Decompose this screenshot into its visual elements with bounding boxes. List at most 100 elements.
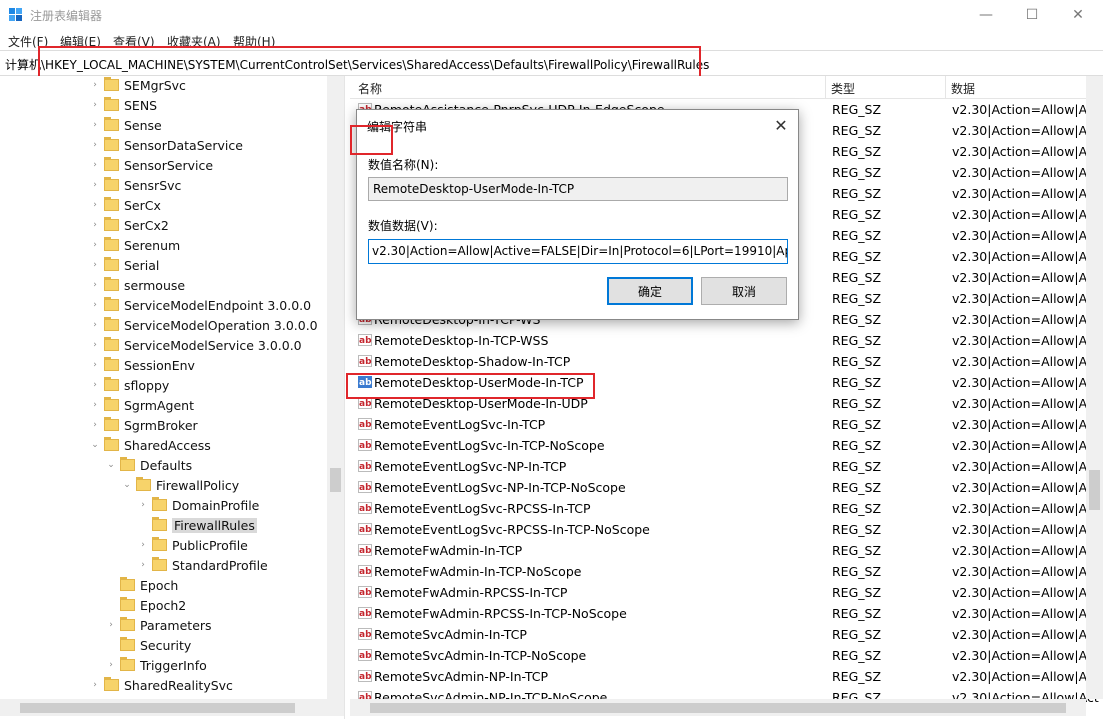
chevron-right-icon[interactable]	[106, 640, 116, 650]
list-row[interactable]: ab RemoteEventLogSvc-In-TCP REG_SZ v2.30|Ac…	[355, 414, 1099, 435]
list-row[interactable]: ab RemoteDesktop-In-TCP-WSS REG_SZ v2.30|Ac…	[355, 330, 1099, 351]
chevron-right-icon[interactable]: ›	[90, 260, 100, 270]
tree-item-defaults[interactable]: ⌄ Defaults	[106, 455, 192, 475]
tree-item-semgrsvc[interactable]: › SEMgrSvc	[90, 76, 186, 95]
dialog-close-icon[interactable]: ✕	[769, 113, 793, 137]
chevron-down-icon[interactable]: ⌄	[90, 440, 100, 450]
tree-item-sercx[interactable]: › SerCx	[90, 195, 161, 215]
tree-item-sercx2[interactable]: › SerCx2	[90, 215, 169, 235]
tree-item-sfloppy[interactable]: › sfloppy	[90, 375, 169, 395]
tree-item-domainprofile[interactable]: › DomainProfile	[138, 495, 259, 515]
string-value-icon: ab	[358, 670, 372, 682]
tree-item-sermouse[interactable]: › sermouse	[90, 275, 185, 295]
key-tree[interactable]: › SEMgrSvc › SENS › Sense › SensorDataService › S…	[0, 76, 344, 719]
value-data-cell: v2.30|Action=Allow|Act	[952, 669, 1099, 684]
list-row[interactable]: ab RemoteEventLogSvc-RPCSS-In-TCP REG_SZ v2…	[355, 498, 1099, 519]
chevron-right-icon[interactable]: ›	[90, 240, 100, 250]
chevron-right-icon[interactable]: ›	[138, 560, 148, 570]
tree-item-servicemodeloperation-3-0-0-0[interactable]: › ServiceModelOperation 3.0.0.0	[90, 315, 318, 335]
tree-item-sessionenv[interactable]: › SessionEnv	[90, 355, 195, 375]
tree-item-servicemodelendpoint-3-0-0-0[interactable]: › ServiceModelEndpoint 3.0.0.0	[90, 295, 311, 315]
tree-item-sens[interactable]: › SENS	[90, 95, 157, 115]
chevron-right-icon[interactable]: ›	[90, 160, 100, 170]
tree-item-sgrmagent[interactable]: › SgrmAgent	[90, 395, 194, 415]
list-row[interactable]: ab RemoteEventLogSvc-In-TCP-NoScope REG_SZ…	[355, 435, 1099, 456]
chevron-right-icon[interactable]: ›	[90, 300, 100, 310]
chevron-right-icon[interactable]	[106, 580, 116, 590]
list-row[interactable]: ab RemoteSvcAdmin-In-TCP REG_SZ v2.30|Actio…	[355, 624, 1099, 645]
chevron-right-icon[interactable]: ›	[106, 620, 116, 630]
tree-item-epoch2[interactable]: Epoch2	[106, 595, 186, 615]
column-type[interactable]: 类型	[831, 80, 855, 97]
tree-item-epoch[interactable]: Epoch	[106, 575, 178, 595]
folder-icon	[120, 617, 135, 631]
tree-item-sense[interactable]: › Sense	[90, 115, 162, 135]
tree-item-sensrsvc[interactable]: › SensrSvc	[90, 175, 181, 195]
list-vertical-scrollbar[interactable]	[1086, 76, 1103, 699]
tree-item-sensordataservice[interactable]: › SensorDataService	[90, 135, 243, 155]
chevron-right-icon[interactable]: ›	[90, 680, 100, 690]
tree-item-publicprofile[interactable]: › PublicProfile	[138, 535, 248, 555]
chevron-right-icon[interactable]: ›	[90, 80, 100, 90]
list-row[interactable]: ab RemoteEventLogSvc-NP-In-TCP-NoScope REG…	[355, 477, 1099, 498]
tree-item-firewallpolicy[interactable]: ⌄ FirewallPolicy	[122, 475, 239, 495]
list-scroll-thumb[interactable]	[1089, 470, 1100, 510]
column-divider[interactable]	[825, 76, 826, 98]
value-data-input[interactable]: v2.30|Action=Allow|Active=FALSE|Dir=In|P…	[368, 239, 788, 264]
maximize-button[interactable]: ☐	[1009, 0, 1055, 30]
column-divider[interactable]	[945, 76, 946, 98]
chevron-right-icon[interactable]: ›	[90, 120, 100, 130]
chevron-right-icon[interactable]: ›	[90, 140, 100, 150]
chevron-right-icon[interactable]: ›	[90, 340, 100, 350]
chevron-right-icon[interactable]: ›	[90, 220, 100, 230]
tree-item-standardprofile[interactable]: › StandardProfile	[138, 555, 268, 575]
chevron-right-icon[interactable]: ›	[138, 540, 148, 550]
minimize-button[interactable]: —	[963, 0, 1009, 30]
ok-button[interactable]: 确定	[607, 277, 693, 305]
list-row[interactable]: ab RemoteSvcAdmin-In-TCP-NoScope REG_SZ v2.…	[355, 645, 1099, 666]
chevron-down-icon[interactable]: ⌄	[106, 460, 116, 470]
chevron-right-icon[interactable]: ›	[138, 500, 148, 510]
tree-item-sgrmbroker[interactable]: › SgrmBroker	[90, 415, 198, 435]
chevron-down-icon[interactable]: ⌄	[122, 480, 132, 490]
tree-item-triggerinfo[interactable]: › TriggerInfo	[106, 655, 207, 675]
column-data[interactable]: 数据	[951, 80, 975, 97]
list-row[interactable]: ab RemoteSvcAdmin-NP-In-TCP REG_SZ v2.30|Ac…	[355, 666, 1099, 687]
tree-item-sharedaccess[interactable]: ⌄ SharedAccess	[90, 435, 211, 455]
chevron-right-icon[interactable]: ›	[90, 380, 100, 390]
cancel-button[interactable]: 取消	[701, 277, 787, 305]
chevron-right-icon[interactable]: ›	[106, 660, 116, 670]
chevron-right-icon[interactable]: ›	[90, 360, 100, 370]
chevron-right-icon[interactable]: ›	[90, 400, 100, 410]
chevron-right-icon[interactable]: ›	[90, 100, 100, 110]
chevron-right-icon[interactable]: ›	[90, 420, 100, 430]
tree-item-firewallrules[interactable]: FirewallRules	[138, 515, 257, 535]
close-button[interactable]: ✕	[1055, 0, 1101, 30]
tree-item-sharedrealitysvc[interactable]: › SharedRealitySvc	[90, 675, 233, 695]
chevron-right-icon[interactable]: ›	[90, 200, 100, 210]
tree-item-security[interactable]: Security	[106, 635, 191, 655]
column-name[interactable]: 名称	[358, 80, 382, 97]
chevron-right-icon[interactable]	[138, 520, 148, 530]
tree-scroll-thumb[interactable]	[330, 468, 341, 492]
tree-item-serial[interactable]: › Serial	[90, 255, 159, 275]
list-row[interactable]: ab RemoteFwAdmin-RPCSS-In-TCP-NoScope REG_…	[355, 603, 1099, 624]
tree-item-servicemodelservice-3-0-0-0[interactable]: › ServiceModelService 3.0.0.0	[90, 335, 302, 355]
list-row[interactable]: ab RemoteFwAdmin-RPCSS-In-TCP REG_SZ v2.30|…	[355, 582, 1099, 603]
list-row[interactable]: ab RemoteEventLogSvc-NP-In-TCP REG_SZ v2.30…	[355, 456, 1099, 477]
chevron-right-icon[interactable]: ›	[90, 320, 100, 330]
tree-vertical-scrollbar[interactable]	[327, 76, 344, 699]
list-row[interactable]: ab RemoteFwAdmin-In-TCP REG_SZ v2.30|Action…	[355, 540, 1099, 561]
chevron-right-icon[interactable]	[106, 600, 116, 610]
list-row[interactable]: ab RemoteDesktop-Shadow-In-TCP REG_SZ v2.30…	[355, 351, 1099, 372]
chevron-right-icon[interactable]: ›	[90, 180, 100, 190]
tree-hscroll-thumb[interactable]	[20, 703, 295, 713]
list-row[interactable]: ab RemoteEventLogSvc-RPCSS-In-TCP-NoScope…	[355, 519, 1099, 540]
tree-item-parameters[interactable]: › Parameters	[106, 615, 212, 635]
tree-item-serenum[interactable]: › Serenum	[90, 235, 180, 255]
tree-item-sensorservice[interactable]: › SensorService	[90, 155, 213, 175]
value-type-cell: REG_SZ	[832, 669, 882, 684]
chevron-right-icon[interactable]: ›	[90, 280, 100, 290]
list-row[interactable]: ab RemoteFwAdmin-In-TCP-NoScope REG_SZ v2.3…	[355, 561, 1099, 582]
list-hscroll-thumb[interactable]	[370, 703, 1066, 713]
